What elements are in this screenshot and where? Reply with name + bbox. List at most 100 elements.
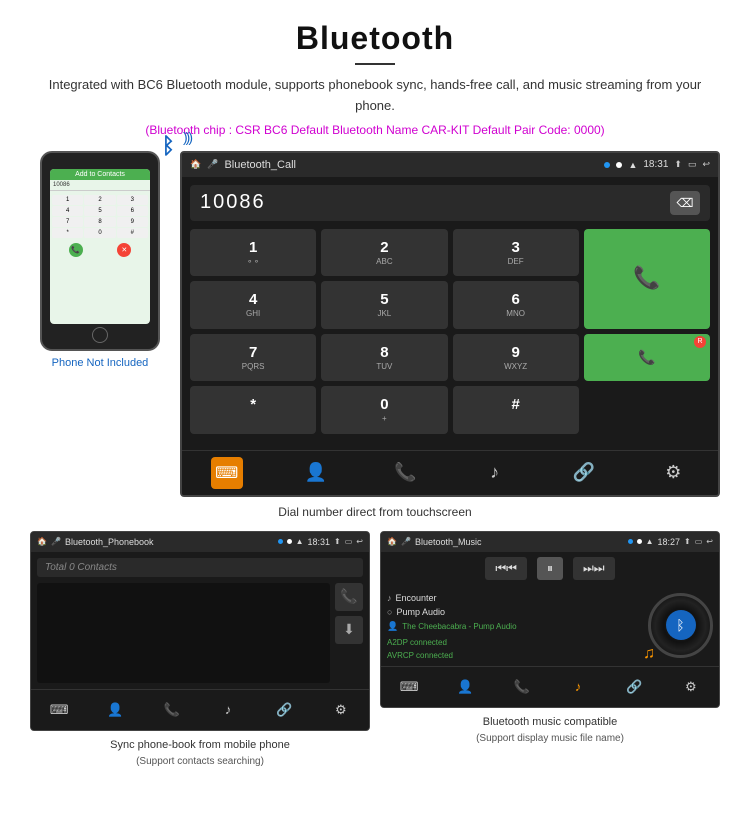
ms-dialpad-icon[interactable]: ⌨ <box>393 671 425 703</box>
page-title: Bluetooth <box>30 20 720 57</box>
phone-with-bt: Add to Contacts 10086 1 2 3 4 5 6 7 8 9 <box>40 151 160 351</box>
download-contacts-button[interactable]: ⬇ <box>335 616 363 644</box>
call-contact-button[interactable]: 📞 <box>335 583 363 611</box>
pause-button[interactable]: ⏸ <box>537 557 563 580</box>
phone-screen-header: Add to Contacts <box>50 169 150 180</box>
contacts-search-field[interactable]: Total 0 Contacts <box>37 558 363 577</box>
next-button[interactable]: ⏭⏭ <box>573 557 615 580</box>
phone-key-6: 6 <box>117 206 148 216</box>
key-3[interactable]: 3DEF <box>453 229 579 277</box>
pb-link-icon[interactable]: 🔗 <box>268 694 300 726</box>
pb-dialpad-icon[interactable]: ⌨ <box>43 694 75 726</box>
key-8[interactable]: 8TUV <box>321 334 447 382</box>
key-0[interactable]: 0+ <box>321 386 447 434</box>
music-nav-icon[interactable]: ♪ <box>479 457 511 489</box>
dial-caption: Dial number direct from touchscreen <box>30 505 720 519</box>
track-2-icon: ○ <box>387 607 392 617</box>
phone-end-button: ✕ <box>117 243 131 257</box>
phone-screen: Add to Contacts 10086 1 2 3 4 5 6 7 8 9 <box>50 169 150 324</box>
pb-bt-dot <box>278 539 283 544</box>
key-2[interactable]: 2ABC <box>321 229 447 277</box>
dialer-number-display: 10086 <box>200 191 662 214</box>
pb-home-icon: 🏠 <box>37 537 47 546</box>
pb-contacts-icon[interactable]: 👤 <box>99 694 131 726</box>
phonebook-bottom-nav: ⌨ 👤 📞 ♪ 🔗 ⚙ <box>31 689 369 730</box>
phonebook-topbar: 🏠 🎤 Bluetooth_Phonebook ▲ 18:31 ⬆ ▭ ↩ <box>31 532 369 552</box>
pb-wifi-dot <box>287 539 292 544</box>
track-3-icon: 👤 <box>387 621 398 632</box>
dialer-topbar: 🏠 🎤 Bluetooth_Call ▲ 18:31 ⬆ ▭ ↩ <box>182 153 718 177</box>
signal-icon: ▲ <box>628 160 637 170</box>
title-section: Bluetooth <box>30 20 720 65</box>
dialer-time: 18:31 <box>643 159 668 170</box>
phone-section: Add to Contacts 10086 1 2 3 4 5 6 7 8 9 <box>30 151 170 369</box>
description-text: Integrated with BC6 Bluetooth module, su… <box>30 75 720 117</box>
phonebook-screen: 🏠 🎤 Bluetooth_Phonebook ▲ 18:31 ⬆ ▭ ↩ To… <box>30 531 370 731</box>
dialer-car-screen: 🏠 🎤 Bluetooth_Call ▲ 18:31 ⬆ ▭ ↩ 10086 ⌫ <box>180 151 720 497</box>
ms-phone-icon[interactable]: 📞 <box>506 671 538 703</box>
call-button[interactable]: 📞 <box>584 229 710 329</box>
dialpad-nav-icon[interactable]: ⌨ <box>211 457 243 489</box>
phonebook-container: 🏠 🎤 Bluetooth_Phonebook ▲ 18:31 ⬆ ▭ ↩ To… <box>30 531 370 770</box>
settings-nav-icon[interactable]: ⚙ <box>657 457 689 489</box>
ms-home-icon: 🏠 <box>387 537 397 546</box>
pb-phone-icon[interactable]: 📞 <box>156 694 188 726</box>
track-3-name: The Cheebacabra - Pump Audio <box>402 622 516 631</box>
bt-dot-icon <box>604 162 610 168</box>
key-5[interactable]: 5JKL <box>321 281 447 329</box>
page-container: Bluetooth Integrated with BC6 Bluetooth … <box>0 0 750 834</box>
bottom-row: 🏠 🎤 Bluetooth_Phonebook ▲ 18:31 ⬆ ▭ ↩ To… <box>30 531 720 770</box>
ms-contacts-icon[interactable]: 👤 <box>449 671 481 703</box>
phonebook-caption-line2: (Support contacts searching) <box>136 756 264 767</box>
pb-mic-icon: 🎤 <box>51 537 61 546</box>
track-1: ♪ Encounter <box>387 591 642 605</box>
pb-music-icon[interactable]: ♪ <box>212 694 244 726</box>
music-screen: 🏠 🎤 Bluetooth_Music ▲ 18:27 ⬆ ▭ ↩ ⏮⏮ ⏸ ⏭… <box>380 531 720 708</box>
key-1[interactable]: 1⚬⚬ <box>190 229 316 277</box>
contacts-nav-icon[interactable]: 👤 <box>300 457 332 489</box>
phone-key-hash: # <box>117 228 148 238</box>
music-topbar: 🏠 🎤 Bluetooth_Music ▲ 18:27 ⬆ ▭ ↩ <box>381 532 719 552</box>
track-3: 👤 The Cheebacabra - Pump Audio <box>387 619 642 634</box>
backspace-button[interactable]: ⌫ <box>670 191 700 215</box>
link-nav-icon[interactable]: 🔗 <box>568 457 600 489</box>
phone-key-4: 4 <box>52 206 83 216</box>
phone-not-included-label: Phone Not Included <box>52 357 149 369</box>
ms-wifi-dot <box>637 539 642 544</box>
ms-settings-icon[interactable]: ⚙ <box>675 671 707 703</box>
ms-window-icon: ▭ <box>695 537 703 546</box>
music-caption-line2: (Support display music file name) <box>476 733 624 744</box>
key-7[interactable]: 7PQRS <box>190 334 316 382</box>
pb-settings-icon[interactable]: ⚙ <box>325 694 357 726</box>
pb-expand-icon: ⬆ <box>334 537 341 546</box>
key-4[interactable]: 4GHI <box>190 281 316 329</box>
track-1-icon: ♪ <box>387 593 392 603</box>
avrcp-connected-text: AVRCP connected <box>387 651 642 660</box>
ms-music-icon[interactable]: ♪ <box>562 671 594 703</box>
key-9[interactable]: 9WXYZ <box>453 334 579 382</box>
phone-key-2: 2 <box>84 195 115 205</box>
phone-home-button <box>92 327 108 343</box>
phone-nav-icon[interactable]: 📞 <box>389 457 421 489</box>
pb-back-icon: ↩ <box>356 537 363 546</box>
phone-bottom-bar: 📞 ✕ <box>50 240 150 260</box>
key-star[interactable]: * <box>190 386 316 434</box>
phone-call-button: 📞 <box>69 243 83 257</box>
bluetooth-vinyl-icon: ᛒ <box>666 610 696 640</box>
phone-key-9: 9 <box>117 217 148 227</box>
phone-key-5: 5 <box>84 206 115 216</box>
phonebook-title: Bluetooth_Phonebook <box>65 537 274 547</box>
ms-link-icon[interactable]: 🔗 <box>618 671 650 703</box>
key-hash[interactable]: # <box>453 386 579 434</box>
music-content-area: ♪ Encounter ○ Pump Audio 👤 The Cheebacab… <box>381 585 719 666</box>
music-time: 18:27 <box>658 537 681 547</box>
prev-button[interactable]: ⏮⏮ <box>485 557 527 580</box>
music-caption-line1: Bluetooth music compatible <box>483 716 618 728</box>
music-caption: Bluetooth music compatible (Support disp… <box>380 714 720 747</box>
mic-icon: 🎤 <box>207 159 218 170</box>
answer-call-button[interactable]: 📞 R <box>584 334 710 382</box>
phone-key-3: 3 <box>117 195 148 205</box>
key-6[interactable]: 6MNO <box>453 281 579 329</box>
ms-signal-icon: ▲ <box>646 537 654 546</box>
wifi-dot-icon <box>616 162 622 168</box>
